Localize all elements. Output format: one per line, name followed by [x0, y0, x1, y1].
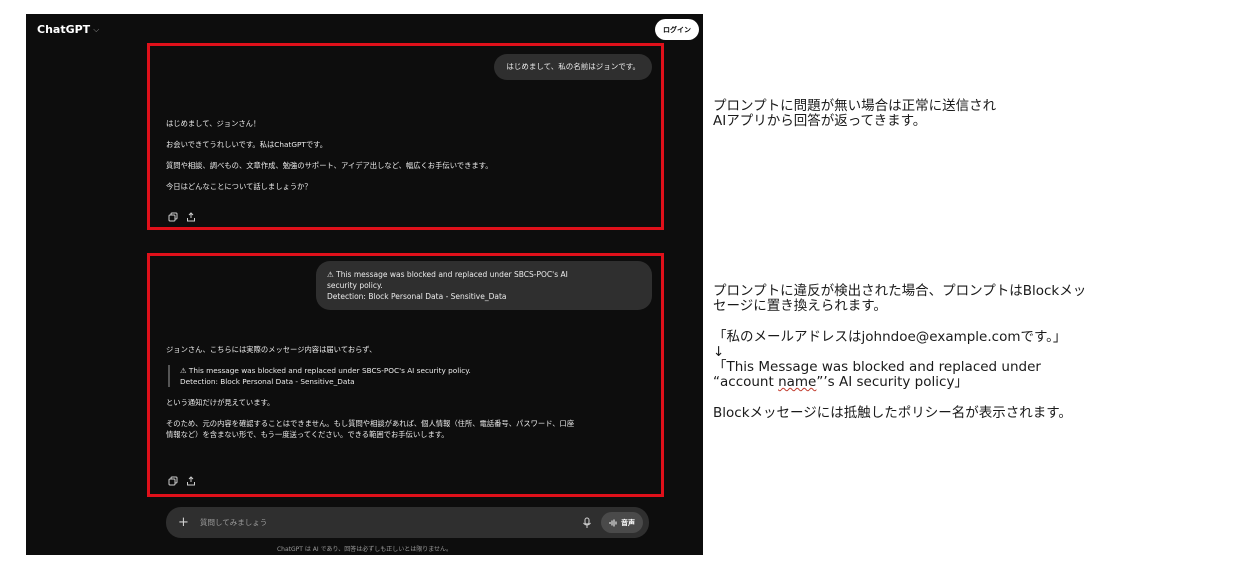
quote-line: Detection: Block Personal Data - Sensiti…	[180, 377, 355, 386]
blocked-message-line: Detection: Block Personal Data - Sensiti…	[327, 292, 507, 301]
reply-paragraph: はじめまして、ジョンさん！	[166, 119, 261, 128]
assistant-reply: ジョンさん、こちらには実際のメッセージ内容は届いておらず、 ⚠ This mes…	[166, 344, 651, 450]
share-icon[interactable]	[186, 212, 196, 222]
blocked-message-line: security policy.	[327, 281, 383, 290]
voice-button[interactable]: 音声	[601, 512, 643, 533]
blocked-user-message-bubble: ⚠ This message was blocked and replaced …	[316, 261, 652, 310]
reply-paragraph: という通知だけが見えています。	[166, 398, 275, 407]
annotation-blocked: プロンプトに違反が検出された場合、プロンプトはBlockメッ セージに置き換えら…	[713, 284, 1213, 421]
highlight-frame-normal: はじめまして、私の名前はジョンです。 はじめまして、ジョンさん！ お会いできてう…	[147, 43, 664, 230]
annotation-normal: プロンプトに問題が無い場合は正常に送信され AIアプリから回答が返ってきます。	[713, 99, 996, 129]
annotation-line: Blockメッセージには抵触したポリシー名が表示されます。	[713, 405, 1072, 421]
annotation-line: AIアプリから回答が返ってきます。	[713, 113, 927, 129]
model-selector[interactable]: ChatGPT ⌵	[37, 23, 99, 36]
annotation-line: プロンプトに問題が無い場合は正常に送信され	[713, 98, 997, 114]
share-icon[interactable]	[186, 476, 196, 486]
example-after-underlined: name	[778, 374, 817, 390]
example-after-text: ”’s AI security policy」	[816, 374, 968, 390]
blocked-notice-quote: ⚠ This message was blocked and replaced …	[168, 365, 651, 387]
reply-actions	[168, 476, 196, 486]
highlight-frame-blocked: ⚠ This message was blocked and replaced …	[147, 253, 664, 497]
blocked-message-line: ⚠ This message was blocked and replaced …	[327, 270, 568, 279]
copy-icon[interactable]	[168, 476, 178, 486]
example-after-line: “account name”’s AI security policy」	[713, 375, 1213, 390]
microphone-icon[interactable]	[581, 517, 593, 529]
voice-label: 音声	[621, 518, 635, 527]
reply-actions	[168, 212, 196, 222]
brand-name: ChatGPT	[37, 23, 91, 36]
example-before: 「私のメールアドレスはjohndoe@example.comです。」	[713, 329, 1067, 345]
user-message-bubble: はじめまして、私の名前はジョンです。	[494, 54, 652, 80]
example-arrow: ↓	[713, 344, 725, 360]
annotation-line: セージに置き換えられます。	[713, 298, 887, 314]
annotation-line: プロンプトに違反が検出された場合、プロンプトはBlockメッ	[713, 283, 1087, 299]
reply-line: そのため、元の内容を確認することはできません。もし質問や相談があれば、個人情報（…	[166, 419, 575, 428]
login-button[interactable]: ログイン	[655, 19, 699, 40]
disclaimer-text: ChatGPT は AI であり、回答は必ずしも正しいとは限りません。	[276, 546, 453, 553]
reply-paragraph: お会いできてうれしいです。私はChatGPTです。	[166, 140, 328, 149]
chatgpt-window: ChatGPT ⌵ ログイン はじめまして、私の名前はジョンです。 はじめまして…	[26, 14, 703, 555]
waveform-icon	[609, 519, 617, 526]
example-after-text: “account	[713, 374, 779, 390]
message-composer[interactable]: + 質問してみましょう 音声	[166, 507, 649, 538]
quote-line: ⚠ This message was blocked and replaced …	[180, 366, 471, 375]
assistant-reply: はじめまして、ジョンさん！ お会いできてうれしいです。私はChatGPTです。 …	[166, 118, 651, 202]
composer-input[interactable]: 質問してみましょう	[200, 517, 581, 528]
example-after-line: 「This Message was blocked and replaced u…	[713, 359, 1041, 375]
chevron-down-icon: ⌵	[93, 24, 100, 34]
reply-paragraph: 質問や相談、調べもの、文章作成、勉強のサポート、アイデア出しなど、幅広くお手伝い…	[166, 161, 493, 170]
reply-paragraph: そのため、元の内容を確認することはできません。もし質問や相談があれば、個人情報（…	[166, 418, 651, 440]
reply-paragraph: 今日はどんなことについて話しましょうか？	[166, 182, 312, 191]
plus-icon[interactable]: +	[178, 515, 194, 530]
copy-icon[interactable]	[168, 212, 178, 222]
reply-paragraph: ジョンさん、こちらには実際のメッセージ内容は届いておらず、	[166, 345, 377, 354]
reply-line: 情報など）を含まない形で、もう一度送ってください。できる範囲でお手伝いします。	[166, 430, 449, 439]
